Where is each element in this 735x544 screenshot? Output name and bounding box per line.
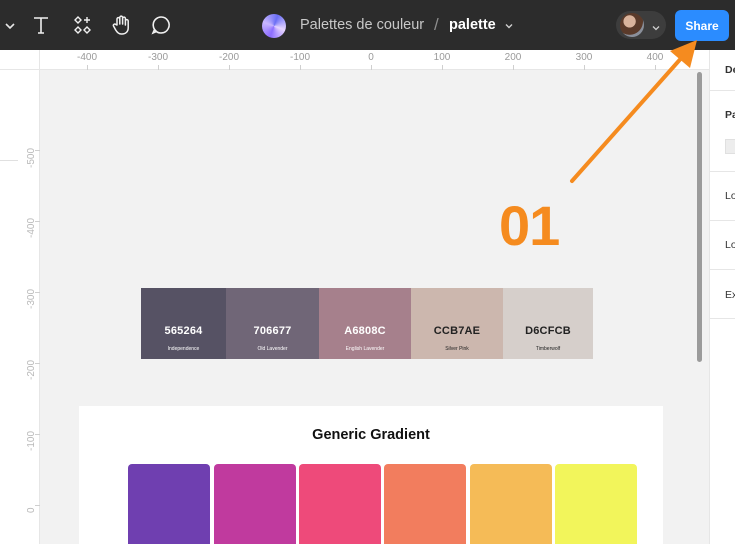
panel-section-label: Pa — [725, 109, 735, 121]
divider — [710, 318, 735, 319]
divider — [710, 90, 735, 91]
properties-panel: De Pa Lo Lo Ex — [709, 50, 735, 544]
panel-section-label[interactable]: Lo — [725, 239, 735, 251]
panel-section-label[interactable]: Ex — [725, 289, 735, 301]
panel-tab-label[interactable]: De — [725, 64, 735, 76]
panel-section-label[interactable]: Lo — [725, 190, 735, 202]
annotation-step-number: 01 — [499, 194, 560, 257]
annotation-arrow-icon — [570, 40, 697, 183]
divider — [710, 171, 735, 172]
panel-color-input[interactable] — [725, 139, 735, 154]
divider — [710, 269, 735, 270]
divider — [710, 220, 735, 221]
